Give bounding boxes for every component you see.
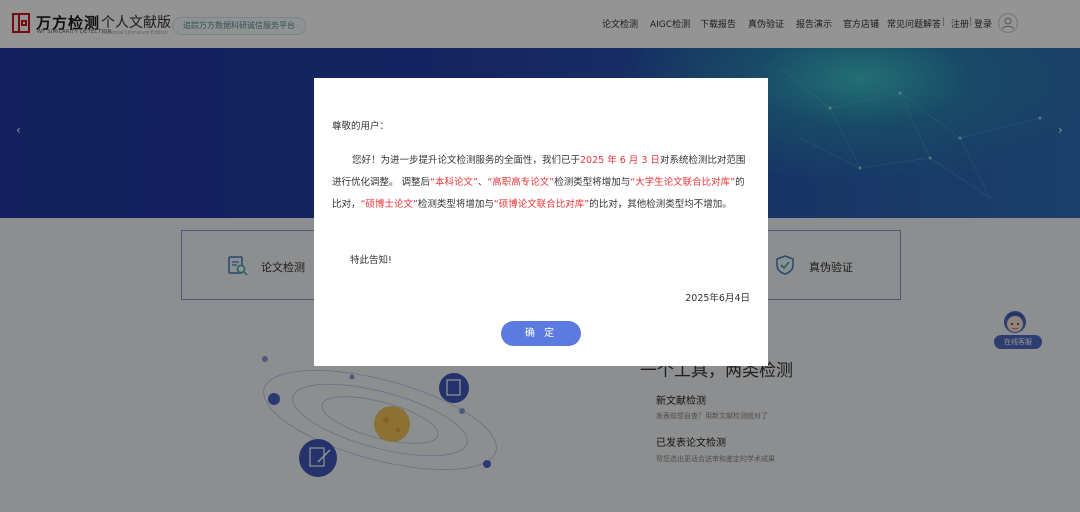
highlight-vocational-paper: “高职高专论文” xyxy=(487,177,555,188)
highlight-graduate-joint-db: “硕博论文联合比对库” xyxy=(493,199,590,210)
highlight-date: 2025 年 6 月 3 日 xyxy=(580,155,660,166)
body-segment: 您好！为进一步提升论文检测服务的全面性，我们已于 xyxy=(352,155,581,166)
body-segment: 检测类型将增加与 xyxy=(417,199,494,210)
modal-notice: 特此告知! xyxy=(350,255,392,266)
highlight-student-joint-db: “大学生论文联合比对库” xyxy=(630,177,736,188)
modal-date: 2025年6月4日 xyxy=(685,293,750,304)
highlight-graduate-paper: “硕博士论文” xyxy=(360,199,418,210)
announcement-modal: 尊敬的用户： 您好！为进一步提升论文检测服务的全面性，我们已于2025 年 6 … xyxy=(314,78,768,366)
modal-body-text: 您好！为进一步提升论文检测服务的全面性，我们已于2025 年 6 月 3 日对系… xyxy=(332,150,752,216)
modal-greeting: 尊敬的用户： xyxy=(332,121,390,132)
body-segment: 的比对，其他检测类型均不增加。 xyxy=(589,199,732,210)
confirm-button[interactable]: 确 定 xyxy=(501,321,581,346)
body-segment: 检测类型将增加与 xyxy=(554,177,631,188)
body-segment: 、 xyxy=(477,177,488,188)
highlight-undergrad-paper: “本科论文” xyxy=(430,177,478,188)
